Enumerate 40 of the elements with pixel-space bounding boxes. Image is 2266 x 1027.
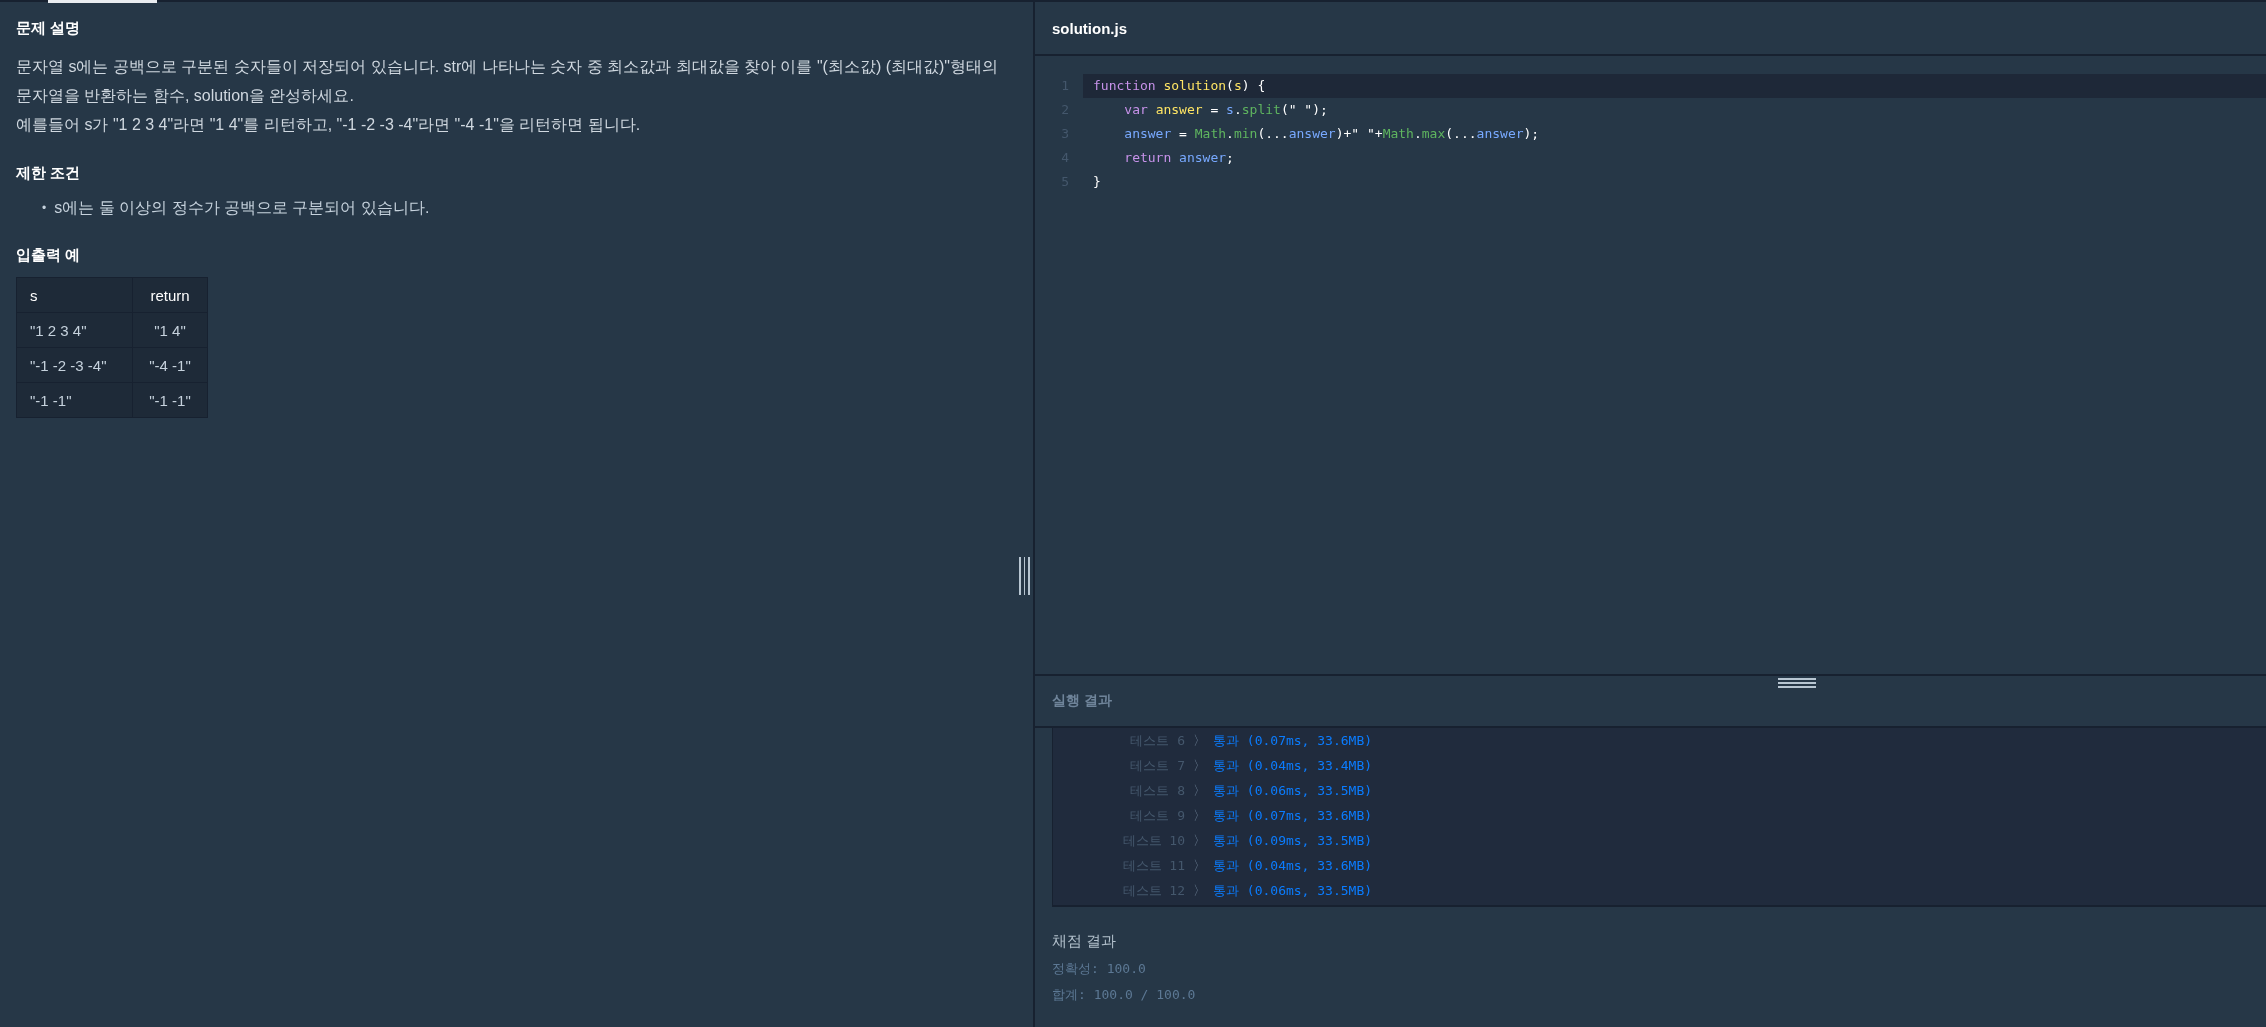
section-title: 실행 결과 [1052, 691, 1112, 710]
file-name: solution.js [1052, 19, 1127, 37]
score-text: 정확성: 100.0 [1052, 960, 1146, 978]
code-line[interactable]: answer = Math.min(...answer)+" "+Math.max(...answer); [1083, 122, 2266, 147]
code-line[interactable]: var answer = s.split(" "); [1083, 98, 2266, 123]
resize-handle[interactable] [1778, 677, 1816, 689]
arrow-glyph: 〉 [1192, 806, 1206, 825]
test-result: 통과 (0.04ms, 33.6MB) [1213, 856, 1373, 875]
test-result: 통과 (0.07ms, 33.6MB) [1213, 806, 1373, 825]
arrow-glyph: 〉 [1192, 881, 1206, 900]
table-cell: "-4 -1" [132, 347, 208, 383]
table-cell: "-1 -2 -3 -4" [16, 347, 133, 383]
table-cell: "-1 -1" [132, 382, 208, 418]
section-title: 채점 결과 [1052, 931, 1117, 951]
arrow-glyph: 〉 [1192, 856, 1206, 875]
test-result: 통과 (0.04ms, 33.4MB) [1213, 756, 1373, 775]
arrow-glyph: 〉 [1192, 756, 1206, 775]
section-title: 제한 조건 [16, 163, 82, 183]
test-result: 통과 (0.09ms, 33.5MB) [1213, 831, 1373, 850]
section-title: 입출력 예 [16, 245, 82, 265]
section-title: 문제 설명 [16, 18, 82, 38]
constraint-item: s에는 둘 이상의 정수가 공백으로 구분되어 있습니다. [54, 198, 430, 218]
arrow-glyph: 〉 [1192, 781, 1206, 800]
table-header-cell: s [16, 277, 133, 313]
test-result: 통과 (0.07ms, 33.6MB) [1213, 731, 1373, 750]
description-text: 문자열 s에는 공백으로 구분된 숫자들이 저장되어 있습니다. str에 나타나는 숫자 중 최소값과 최대값을 찾아 이를 "(최소값) (최대값)"형태의 문자열을 반환하는 함수, solution을 완성하세요. [16, 57, 999, 106]
bullet-marker: • [42, 200, 47, 217]
description-text: 예를들어 s가 "1 2 3 4"라면 "1 4"를 리턴하고, "-1 -2 -3 -4"라면 "-4 -1"을 리턴하면 됩니다. [16, 115, 642, 135]
arrow-glyph: 〉 [1192, 831, 1206, 850]
table-header-cell: return [132, 277, 208, 313]
table-cell: "1 2 3 4" [16, 312, 133, 348]
table-cell: "-1 -1" [16, 382, 133, 418]
code-line[interactable]: } [1083, 170, 2266, 195]
table-cell: "1 4" [132, 312, 208, 348]
test-result: 통과 (0.06ms, 33.5MB) [1213, 781, 1373, 800]
test-result: 통과 (0.06ms, 33.5MB) [1213, 881, 1373, 900]
code-line[interactable]: return answer; [1083, 146, 2266, 171]
arrow-glyph: 〉 [1192, 731, 1206, 750]
score-text: 합계: 100.0 / 100.0 [1052, 986, 1196, 1004]
resize-handle[interactable] [1019, 557, 1030, 595]
